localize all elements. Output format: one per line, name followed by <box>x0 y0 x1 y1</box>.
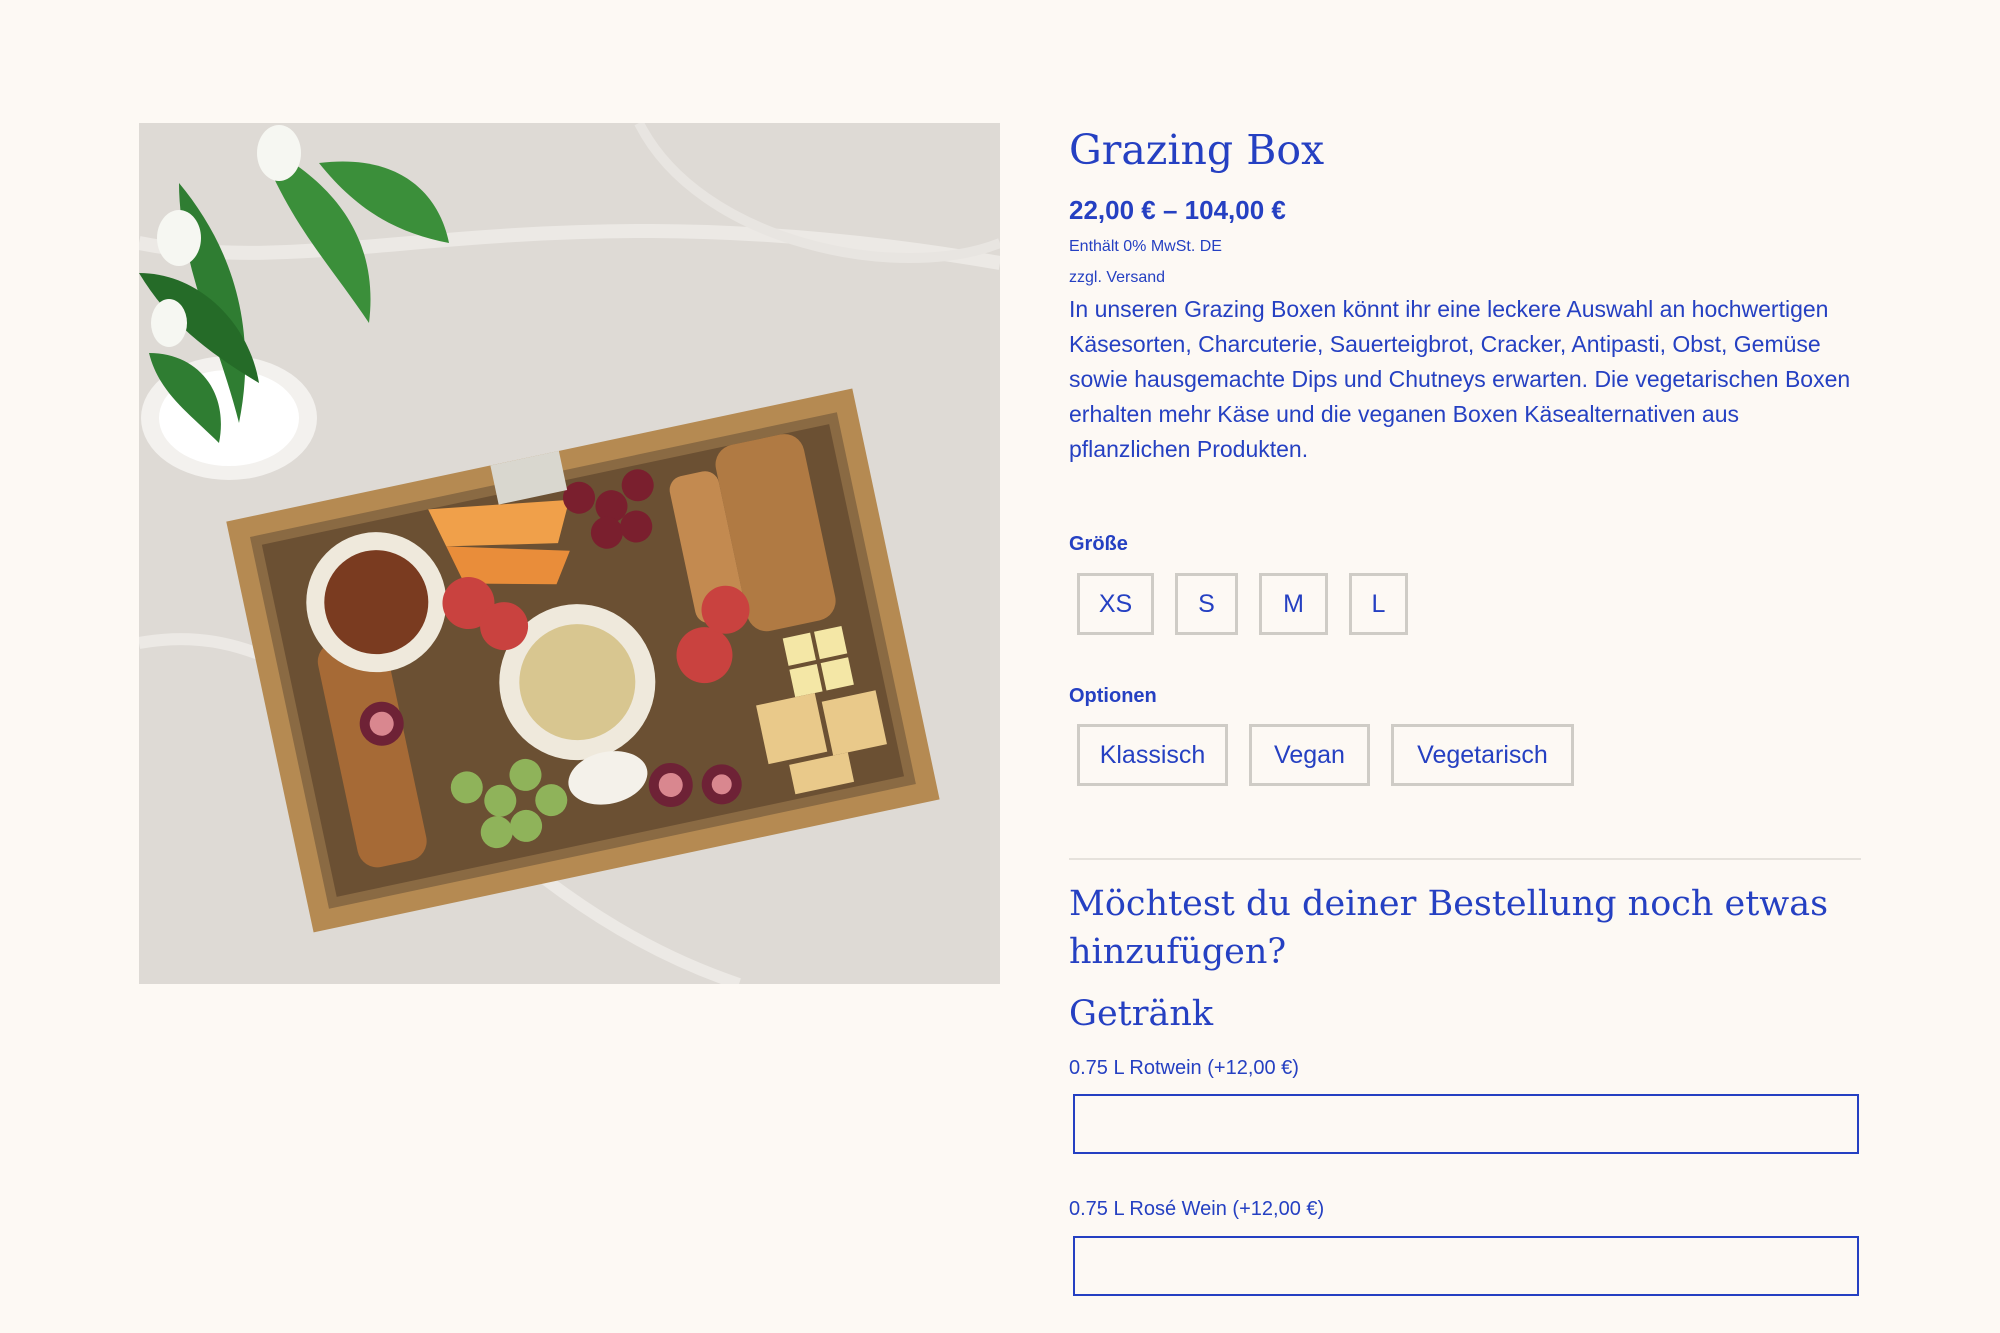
size-option-xs[interactable]: XS <box>1077 573 1154 635</box>
size-option-l[interactable]: L <box>1349 573 1408 635</box>
section-divider <box>1069 858 1861 860</box>
addon-rotwein-label: 0.75 L Rotwein (+12,00 €) <box>1069 1057 1299 1079</box>
grazing-box-photo <box>139 123 1000 984</box>
addons-heading: Möchtest du deiner Bestellung noch etwas… <box>1069 884 1829 972</box>
shipping-note[interactable]: zzgl. Versand <box>1069 267 1165 289</box>
product-image[interactable] <box>139 123 1000 984</box>
addon-rose-wein-label: 0.75 L Rosé Wein (+12,00 €) <box>1069 1198 1325 1220</box>
variant-option-vegan[interactable]: Vegan <box>1249 724 1370 786</box>
addon-rotwein-input[interactable] <box>1073 1094 1859 1154</box>
product-title: Grazing Box <box>1069 126 1325 174</box>
tax-note: Enthält 0% MwSt. DE <box>1069 238 1222 255</box>
size-option-m[interactable]: M <box>1259 573 1328 635</box>
size-selector: XS S M L <box>1077 573 1408 635</box>
options-label: Optionen <box>1069 685 1157 707</box>
addon-group-title: Getränk <box>1069 994 1214 1034</box>
addon-rose-wein-input[interactable] <box>1073 1236 1859 1296</box>
variant-option-klassisch[interactable]: Klassisch <box>1077 724 1228 786</box>
variant-option-vegetarisch[interactable]: Vegetarisch <box>1391 724 1574 786</box>
variant-selector: Klassisch Vegan Vegetarisch <box>1077 724 1574 786</box>
product-description: In unseren Grazing Boxen könnt ihr eine … <box>1069 296 1851 462</box>
size-label: Größe <box>1069 533 1128 555</box>
size-option-s[interactable]: S <box>1175 573 1238 635</box>
price-range: 22,00 € – 104,00 € <box>1069 195 1286 225</box>
